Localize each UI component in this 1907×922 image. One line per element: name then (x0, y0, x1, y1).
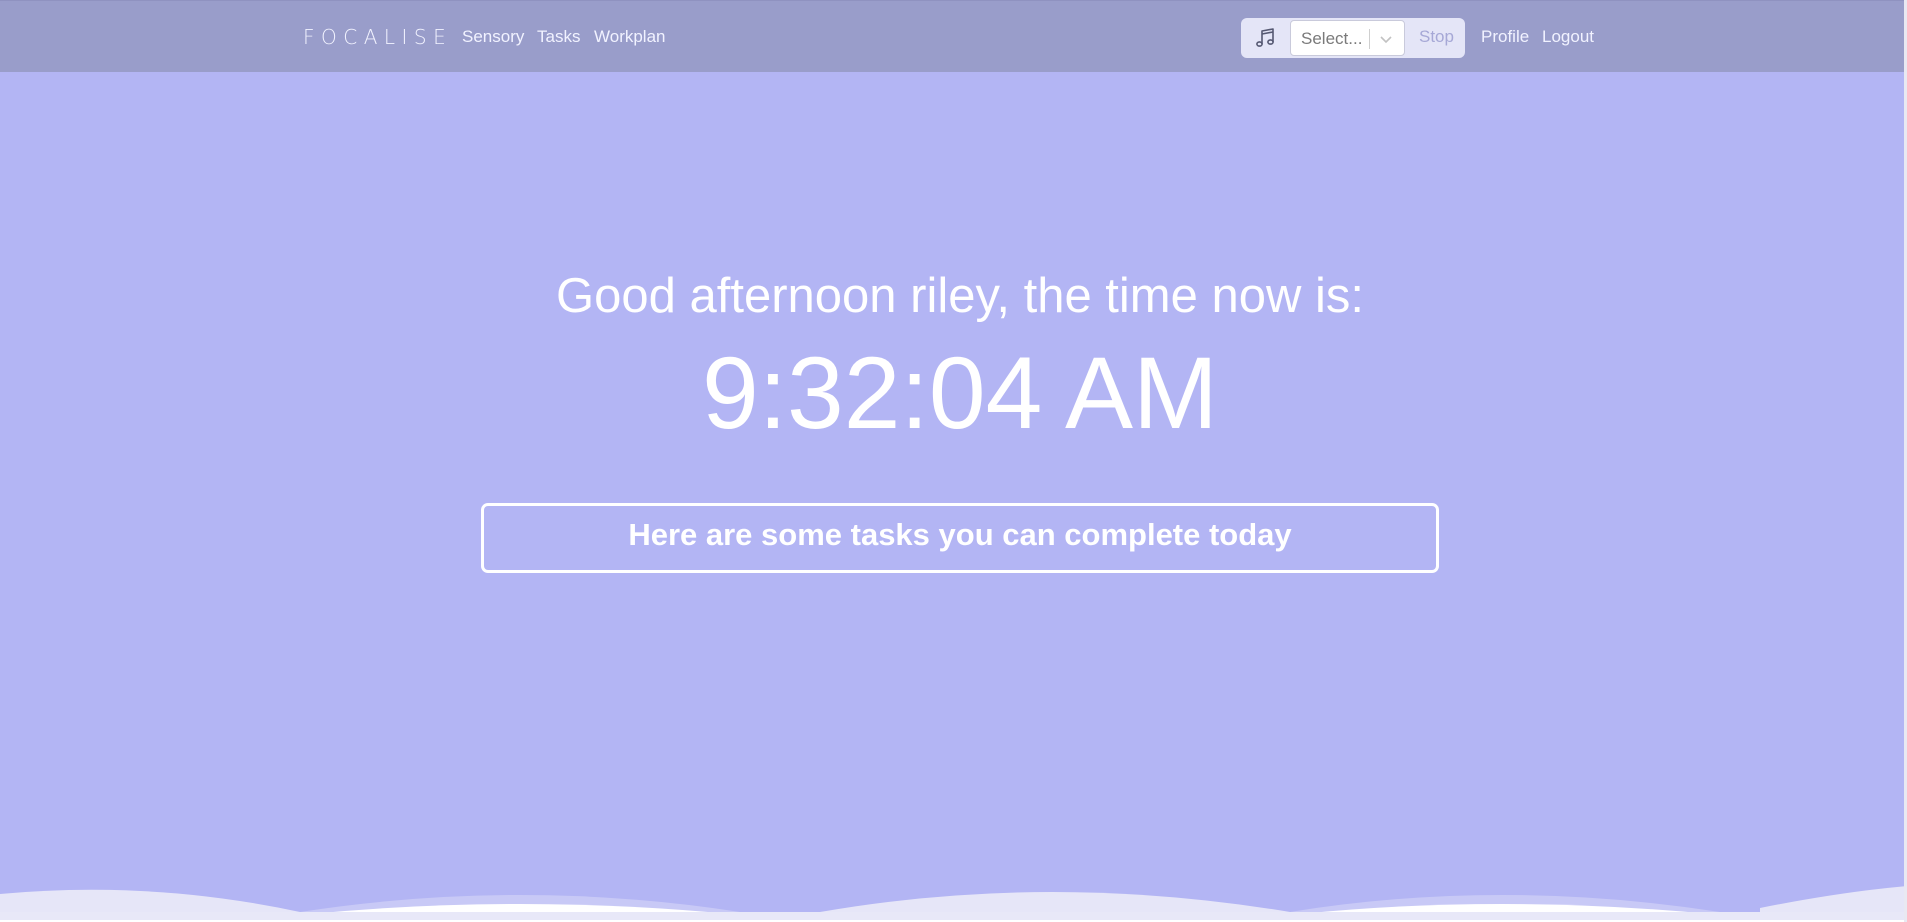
music-note-icon[interactable] (1253, 26, 1277, 50)
select-divider (1369, 29, 1370, 49)
current-time-clock: 9:32:04 AM (701, 336, 1219, 450)
brand-logo[interactable]: FOCALISE (303, 25, 452, 49)
top-navbar: FOCALISE Sensory Tasks Workplan Select..… (0, 0, 1904, 72)
decorative-waves (0, 886, 1907, 922)
tasks-heading: Here are some tasks you can complete tod… (628, 517, 1292, 552)
select-placeholder: Select... (1301, 29, 1363, 48)
greeting-heading: Good afternoon riley, the time now is: (556, 269, 1364, 323)
page: FOCALISE Sensory Tasks Workplan Select..… (0, 0, 1907, 922)
tasks-panel: Here are some tasks you can complete tod… (481, 503, 1439, 573)
chevron-down-icon[interactable] (1377, 30, 1395, 48)
nav-link-profile[interactable]: Profile (1481, 27, 1529, 47)
nav-link-sensory[interactable]: Sensory (462, 27, 524, 47)
music-select-dropdown[interactable]: Select... (1290, 20, 1405, 56)
nav-link-tasks[interactable]: Tasks (537, 27, 580, 47)
nav-link-logout[interactable]: Logout (1542, 27, 1594, 47)
nav-link-workplan[interactable]: Workplan (594, 27, 666, 47)
music-player-group: Select... Stop (1241, 18, 1465, 58)
stop-button[interactable]: Stop (1419, 27, 1454, 47)
